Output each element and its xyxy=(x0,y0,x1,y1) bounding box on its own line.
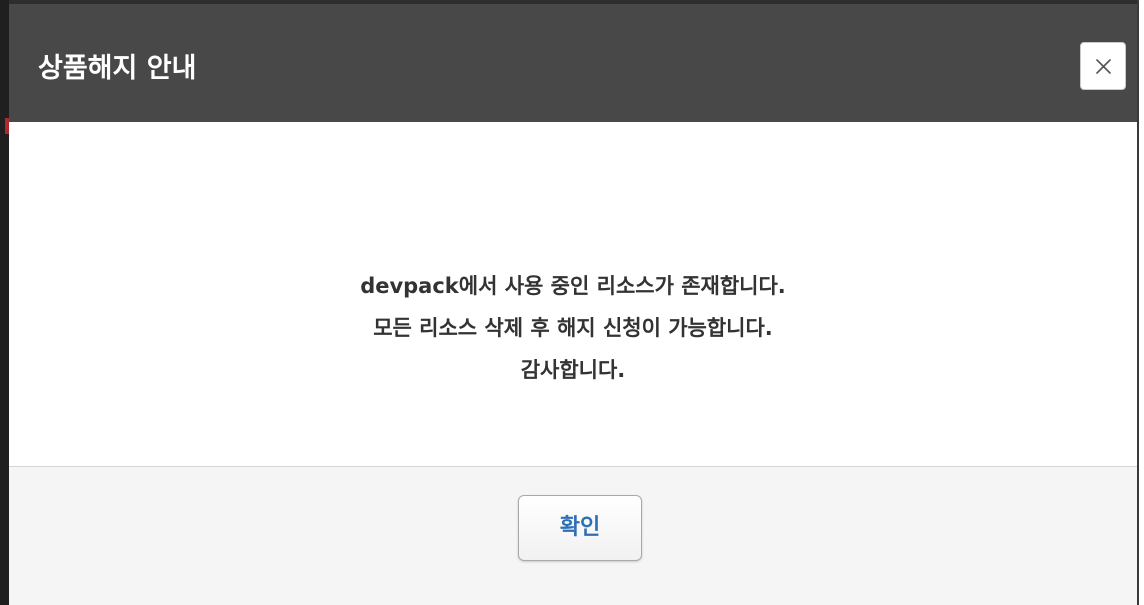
screen: 상품해지 안내 devpack에서 사용 중인 리소스가 존재합니다. 모든 리… xyxy=(0,0,1144,605)
dialog-footer: 확인 xyxy=(9,466,1137,605)
close-icon xyxy=(1096,59,1111,74)
message-line-3: 감사합니다. xyxy=(520,358,626,382)
dialog-header: 상품해지 안내 xyxy=(9,0,1137,122)
close-button[interactable] xyxy=(1080,42,1126,90)
message-line-2: 모든 리소스 삭제 후 해지 신청이 가능합니다. xyxy=(373,316,773,340)
modal-dialog: 상품해지 안내 devpack에서 사용 중인 리소스가 존재합니다. 모든 리… xyxy=(9,0,1139,605)
dialog-message: devpack에서 사용 중인 리소스가 존재합니다. 모든 리소스 삭제 후 … xyxy=(9,265,1137,391)
background-page-edge-right xyxy=(1139,0,1144,605)
message-line-1: devpack에서 사용 중인 리소스가 존재합니다. xyxy=(360,274,786,298)
background-page-edge xyxy=(0,0,9,605)
dialog-title: 상품해지 안내 xyxy=(38,53,197,84)
dialog-body: devpack에서 사용 중인 리소스가 존재합니다. 모든 리소스 삭제 후 … xyxy=(9,122,1137,466)
confirm-button[interactable]: 확인 xyxy=(518,495,642,561)
